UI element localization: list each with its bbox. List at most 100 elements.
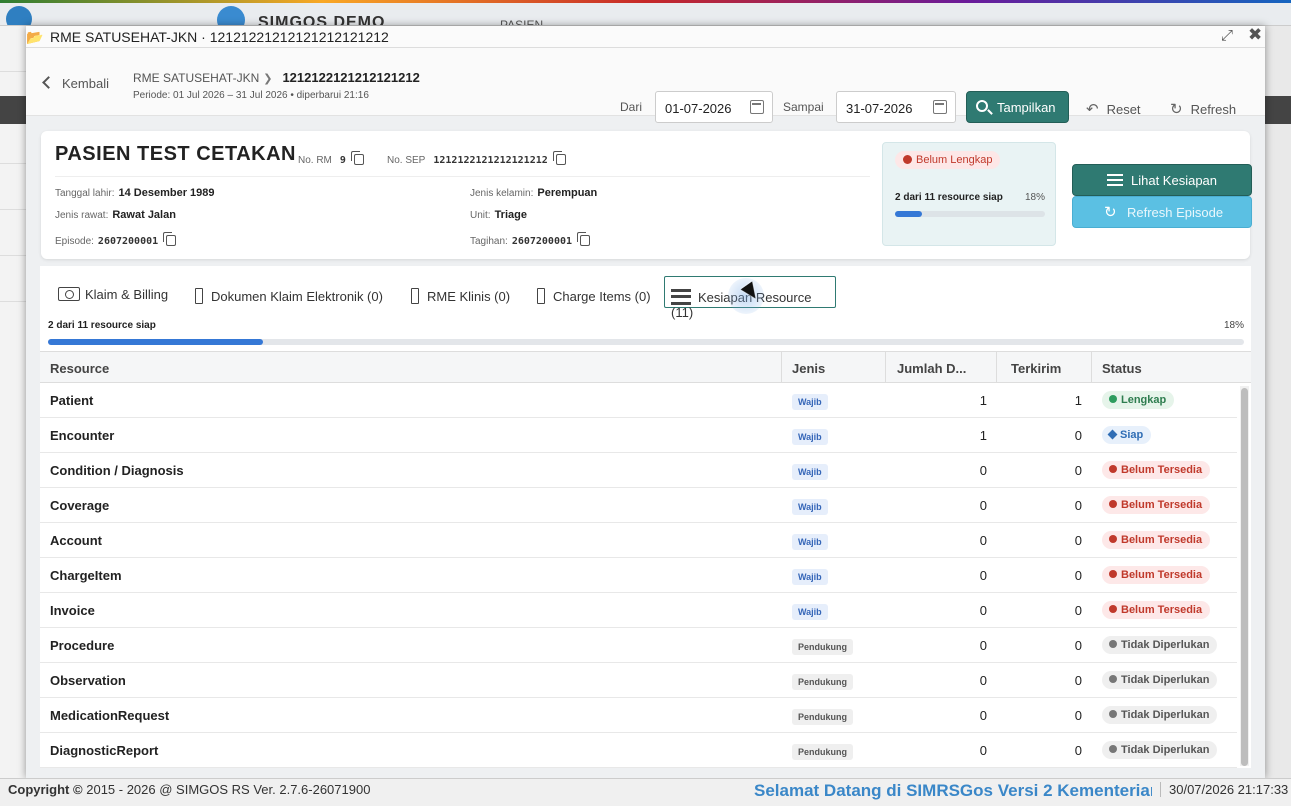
modal-title: RME SATUSEHAT-JKN · 12121221212121212121…	[50, 29, 389, 45]
dari-label: Dari	[620, 100, 643, 114]
background-right-edge	[1265, 26, 1291, 786]
status-label: Belum Tersedia	[1121, 534, 1203, 546]
table-row[interactable]: Observation Pendukung 0 0 Tidak Diperlukan	[40, 663, 1237, 698]
jumlah-value: 0	[979, 708, 987, 723]
app-logo-icon	[217, 6, 245, 25]
calendar-icon[interactable]	[933, 100, 947, 114]
pasien-menu[interactable]: PASIEN	[500, 18, 543, 25]
status-badge: Tidak Diperlukan	[1102, 706, 1218, 724]
rm-label: No. RM	[298, 155, 332, 166]
table-row[interactable]: ChargeItem Wajib 0 0 Belum Tersedia	[40, 558, 1237, 593]
refresh-icon: ↻	[1170, 101, 1183, 118]
copyright: Copyright © 2015 - 2026 @ SIMGOS RS Ver.…	[8, 782, 370, 797]
jenis-badge: Pendukung	[792, 639, 853, 655]
table-row[interactable]: MedicationRequest Pendukung 0 0 Tidak Diperl…	[40, 698, 1237, 733]
table-row[interactable]: Patient Wajib 1 1 Lengkap	[40, 383, 1237, 418]
readiness-progress-bar	[895, 211, 1045, 217]
table-scrollbar[interactable]	[1240, 386, 1249, 766]
status-icon	[1109, 500, 1117, 508]
table-row[interactable]: Procedure Pendukung 0 0 Tidak Diperlukan	[40, 628, 1237, 663]
status-badge: Belum Lengkap	[895, 151, 1001, 169]
copy-icon[interactable]	[552, 151, 566, 165]
refresh-button[interactable]: ↻ Refresh	[1170, 100, 1236, 118]
resource-name: Encounter	[50, 428, 115, 443]
header-status[interactable]: Status	[1102, 361, 1142, 376]
reset-button[interactable]: ↶ Reset	[1086, 100, 1141, 118]
status-badge: Siap	[1102, 426, 1152, 444]
resource-panel: Klaim & Billing Dokumen Klaim Elektronik…	[40, 266, 1251, 768]
toolbar: Kembali RME SATUSEHAT-JKN ❯ 12121221212121…	[26, 48, 1265, 123]
header-resource[interactable]: Resource	[50, 361, 109, 376]
calendar-icon[interactable]	[750, 100, 764, 114]
resource-progress-bar	[48, 339, 1244, 345]
header-jenis[interactable]: Jenis	[792, 361, 825, 376]
status-badge: Belum Tersedia	[1102, 461, 1211, 479]
readiness-summary: 2 dari 11 resource siap	[895, 192, 1003, 203]
column-divider	[1091, 352, 1092, 383]
copy-icon[interactable]	[350, 151, 364, 165]
resource-name: Condition / Diagnosis	[50, 463, 184, 478]
scrollbar-thumb[interactable]	[1241, 388, 1248, 766]
tampilkan-button[interactable]: Tampilkan	[966, 91, 1069, 123]
back-button[interactable]: Kembali	[42, 76, 109, 91]
copy-icon[interactable]	[577, 232, 591, 246]
resource-name: Invoice	[50, 603, 95, 618]
status-badge: Belum Tersedia	[1102, 496, 1211, 514]
sampai-label: Sampai	[783, 100, 824, 114]
copy-icon[interactable]	[163, 232, 177, 246]
tab-klaim-billing[interactable]: Klaim & Billing	[58, 276, 168, 308]
table-row[interactable]: Invoice Wajib 0 0 Belum Tersedia	[40, 593, 1237, 628]
close-icon[interactable]: ✖	[1248, 25, 1262, 45]
table-row[interactable]: Account Wajib 0 0 Belum Tersedia	[40, 523, 1237, 558]
status-label: Tidak Diperlukan	[1121, 744, 1210, 756]
tab-rme-klinis[interactable]: RME Klinis (0)	[411, 276, 510, 308]
lihat-kesiapan-button[interactable]: Lihat Kesiapan	[1072, 164, 1252, 196]
table-row[interactable]: Encounter Wajib 1 0 Siap	[40, 418, 1237, 453]
table-row[interactable]: DiagnosticReport Pendukung 0 0 Tidak Diperlu…	[40, 733, 1237, 768]
dob-field: Tanggal lahir: 14 Desember 1989	[55, 187, 215, 199]
terkirim-value: 0	[1074, 428, 1082, 443]
status-icon	[1107, 429, 1118, 440]
status-badge: Tidak Diperlukan	[1102, 671, 1218, 689]
jumlah-value: 0	[979, 568, 987, 583]
tab-dokumen-klaim[interactable]: Dokumen Klaim Elektronik (0)	[195, 276, 383, 308]
terkirim-value: 1	[1074, 393, 1082, 408]
status-label: Belum Tersedia	[1121, 604, 1203, 616]
terkirim-value: 0	[1074, 603, 1082, 618]
breadcrumb-parent[interactable]: RME SATUSEHAT-JKN	[133, 71, 259, 85]
terkirim-value: 0	[1074, 568, 1082, 583]
status-label: Tidak Diperlukan	[1121, 674, 1210, 686]
patient-card: PASIEN TEST CETAKAN No. RM 9 No. SEP 12121…	[41, 131, 1252, 259]
expand-icon[interactable]: ⤢	[1221, 27, 1233, 44]
jenis-badge: Wajib	[792, 534, 828, 550]
header-jumlah[interactable]: Jumlah D...	[897, 361, 966, 376]
table-body: Patient Wajib 1 1 Lengkap Encounter Wajib 1 0 Sia…	[40, 383, 1251, 768]
column-divider	[781, 352, 782, 383]
jumlah-value: 0	[979, 673, 987, 688]
jenis-badge: Wajib	[792, 429, 828, 445]
status-icon	[1109, 675, 1117, 683]
sampai-date-input[interactable]: 31-07-2026	[836, 91, 956, 123]
sampai-date-value: 31-07-2026	[846, 101, 913, 116]
clock: 30/07/2026 21:17:33	[1160, 782, 1288, 797]
table-row[interactable]: Coverage Wajib 0 0 Belum Tersedia	[40, 488, 1237, 523]
background-menu-bar	[0, 96, 26, 124]
document-icon	[537, 288, 545, 304]
status-icon	[1109, 465, 1117, 473]
dari-date-input[interactable]: 01-07-2026	[655, 91, 773, 123]
jumlah-value: 0	[979, 533, 987, 548]
status-icon	[1109, 710, 1117, 718]
jenis-badge: Wajib	[792, 604, 828, 620]
resource-name: MedicationRequest	[50, 708, 170, 723]
money-icon	[58, 287, 80, 301]
lihat-kesiapan-label: Lihat Kesiapan	[1131, 173, 1218, 188]
dob-value: 14 Desember 1989	[118, 187, 215, 199]
jumlah-value: 1	[979, 393, 987, 408]
header-terkirim[interactable]: Terkirim	[1011, 361, 1061, 376]
episode-label: Episode:	[55, 236, 94, 247]
table-row[interactable]: Condition / Diagnosis Wajib 0 0 Belum Tersed…	[40, 453, 1237, 488]
refresh-episode-button[interactable]: ↻ Refresh Episode	[1072, 196, 1252, 228]
progress-fill	[895, 211, 922, 217]
tab-charge-items[interactable]: Charge Items (0)	[537, 276, 651, 308]
status-icon	[1109, 745, 1117, 753]
